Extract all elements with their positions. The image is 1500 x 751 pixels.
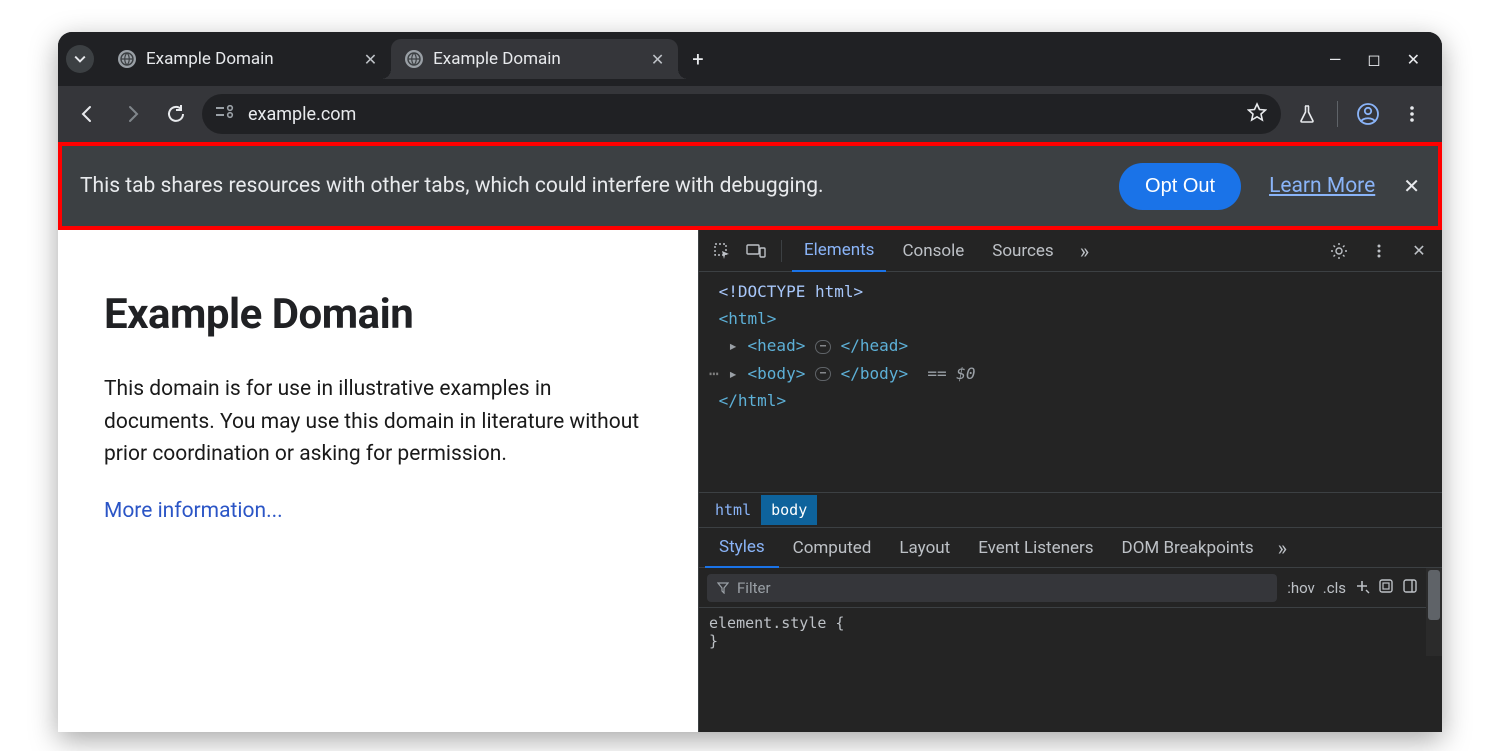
breadcrumb-html[interactable]: html [705,495,761,525]
learn-more-link[interactable]: Learn More [1269,174,1375,198]
devtools-separator [781,240,782,262]
dom-head[interactable]: <head> [748,336,806,355]
close-devtools-icon[interactable]: ✕ [1404,236,1434,266]
cls-toggle[interactable]: .cls [1323,579,1346,597]
scrollbar-thumb[interactable] [1428,570,1440,620]
site-settings-icon[interactable] [216,105,236,123]
breadcrumbs: html body [699,492,1442,528]
back-button[interactable] [70,96,106,132]
tab-active[interactable]: Example Domain ✕ [391,39,678,79]
menu-button[interactable] [1394,96,1430,132]
toolbar-divider [1337,101,1338,127]
profile-icon[interactable] [1350,96,1386,132]
dom-body[interactable]: <body> [748,364,806,383]
tab-strip: Example Domain ✕ Example Domain ✕ + — ◻ … [58,32,1442,86]
page-content: Example Domain This domain is for use in… [58,230,698,732]
infobar-close-icon[interactable]: ✕ [1403,174,1420,198]
experiments-icon[interactable] [1289,96,1325,132]
page-title: Example Domain [104,290,652,339]
close-window-button[interactable]: ✕ [1407,50,1420,69]
filter-input[interactable]: Filter [707,574,1277,602]
style-rule-open: element.style { [709,614,1416,632]
subtab-dom-breakpoints[interactable]: DOM Breakpoints [1108,529,1268,567]
tab-search-button[interactable] [66,45,94,73]
subtab-styles[interactable]: Styles [705,528,779,568]
dom-selection-marker: == $0 [927,364,975,383]
breadcrumb-body[interactable]: body [761,495,817,525]
scrollbar[interactable] [1426,568,1442,656]
infobar-message: This tab shares resources with other tab… [80,174,1119,198]
devtools-panel: Elements Console Sources » ✕ <!DOCTYPE h… [698,230,1442,732]
content-area: Example Domain This domain is for use in… [58,230,1442,732]
more-tabs-icon[interactable]: » [1070,239,1099,263]
close-icon[interactable]: ✕ [364,50,377,69]
globe-icon [405,50,423,68]
window-controls: — ◻ ✕ [1329,50,1434,69]
toggle-sidebar-icon[interactable] [1402,578,1418,598]
tab-inactive[interactable]: Example Domain ✕ [104,39,391,79]
filter-icon [717,582,729,594]
elements-tree[interactable]: <!DOCTYPE html> <html> ▸ <head> ⋯ </head… [699,272,1442,492]
minimize-button[interactable]: — [1329,50,1342,69]
device-toggle-icon[interactable] [741,236,771,266]
subtab-event-listeners[interactable]: Event Listeners [964,529,1107,567]
dom-body-close: </body> [841,364,908,383]
globe-icon [118,50,136,68]
page-paragraph: This domain is for use in illustrative e… [104,373,652,471]
style-rule-close: } [709,632,1416,650]
more-subtabs-icon[interactable]: » [1268,536,1297,560]
filter-placeholder: Filter [737,579,771,597]
forward-button[interactable] [114,96,150,132]
more-information-link[interactable]: More information... [104,499,283,523]
subtab-computed[interactable]: Computed [779,529,886,567]
opt-out-button[interactable]: Opt Out [1119,163,1241,210]
tab-elements[interactable]: Elements [792,230,886,272]
new-style-rule-icon[interactable] [1354,578,1370,598]
tab-console[interactable]: Console [890,231,976,271]
url-text: example.com [248,104,356,125]
dom-head-close: </head> [841,336,908,355]
reload-button[interactable] [158,96,194,132]
maximize-button[interactable]: ◻ [1367,50,1380,69]
inspect-element-icon[interactable] [707,236,737,266]
dom-html-open: <html> [719,309,777,328]
dom-html-close: </html> [719,391,786,410]
new-tab-button[interactable]: + [678,47,717,71]
gear-icon[interactable] [1324,236,1354,266]
computed-styles-icon[interactable] [1378,578,1394,598]
tab-title: Example Domain [433,49,561,69]
dom-doctype: <!DOCTYPE html> [719,282,864,301]
devtools-tabbar: Elements Console Sources » ✕ [699,230,1442,272]
bookmark-star-icon[interactable] [1247,102,1267,127]
styles-tabbar: Styles Computed Layout Event Listeners D… [699,528,1442,568]
tab-title: Example Domain [146,49,274,69]
tab-sources[interactable]: Sources [980,231,1065,271]
kebab-menu-icon[interactable] [1364,236,1394,266]
close-icon[interactable]: ✕ [651,50,664,69]
styles-filter-bar: Filter :hov .cls [699,568,1426,608]
browser-window: Example Domain ✕ Example Domain ✕ + — ◻ … [58,32,1442,732]
infobar: This tab shares resources with other tab… [58,142,1442,230]
toolbar: example.com [58,86,1442,142]
hov-toggle[interactable]: :hov [1287,579,1315,597]
subtab-layout[interactable]: Layout [885,529,964,567]
address-bar[interactable]: example.com [202,94,1281,134]
styles-pane[interactable]: element.style { } [699,608,1426,656]
